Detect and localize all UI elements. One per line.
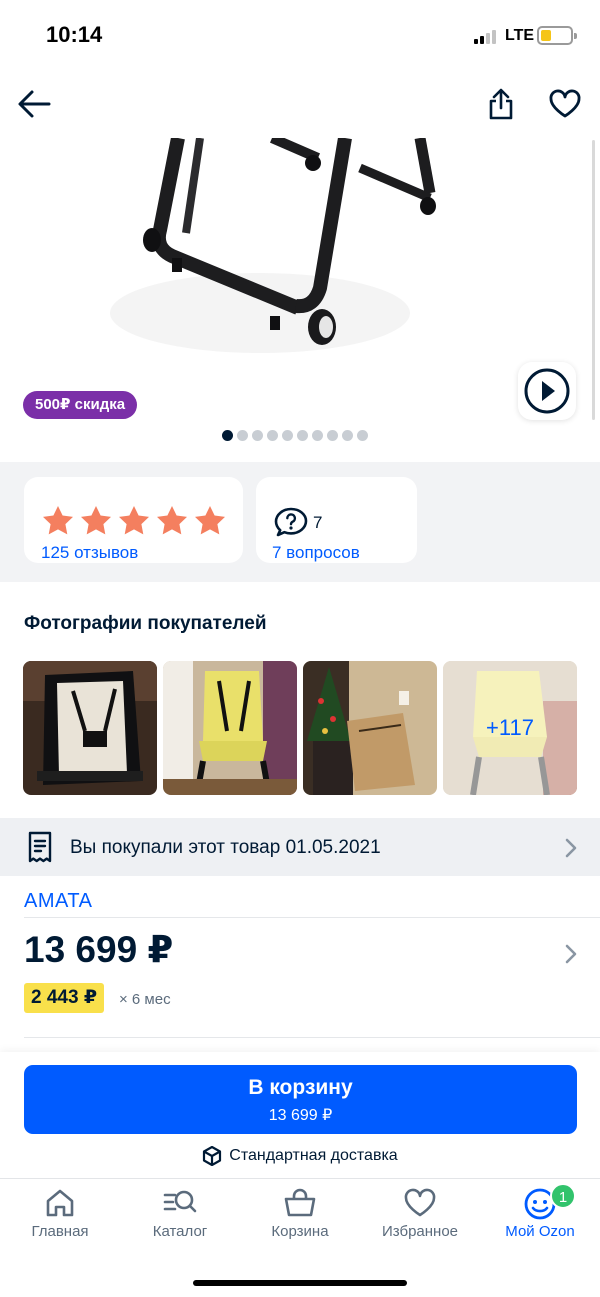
- tab-label: Главная: [31, 1223, 89, 1240]
- favorite-button[interactable]: [545, 84, 585, 124]
- tab-cart[interactable]: Корзина: [240, 1179, 360, 1259]
- gallery-dot[interactable]: [267, 430, 278, 441]
- questions-card[interactable]: 7 7 вопросов: [256, 477, 417, 563]
- star-icon: [195, 506, 225, 535]
- cart-icon: [284, 1188, 316, 1217]
- share-button[interactable]: [481, 84, 521, 124]
- product-price: 13 699 ₽: [24, 929, 174, 970]
- rating-stars: [42, 505, 226, 535]
- receipt-icon: [28, 831, 52, 863]
- network-label: LTE: [505, 27, 535, 44]
- delivery-label: Стандартная доставка: [229, 1147, 398, 1164]
- add-to-cart-panel: В корзину 13 699 ₽ Стандартная доставка: [0, 1052, 600, 1178]
- purchased-text: Вы покупали этот товар 01.05.2021: [70, 837, 381, 858]
- customer-photos-title: Фотографии покупателей: [24, 613, 267, 634]
- gallery-dot[interactable]: [327, 430, 338, 441]
- chevron-right-icon[interactable]: [564, 943, 578, 965]
- gallery-dot[interactable]: [237, 430, 248, 441]
- gallery-dot[interactable]: [297, 430, 308, 441]
- installment-term: × 6 мес: [119, 991, 171, 1008]
- tab-home[interactable]: Главная: [0, 1179, 120, 1259]
- gallery-dot[interactable]: [252, 430, 263, 441]
- question-bubble-icon: [274, 507, 308, 537]
- divider: [24, 1037, 600, 1038]
- star-icon: [81, 506, 111, 535]
- delivery-info[interactable]: Стандартная доставка: [0, 1146, 600, 1171]
- star-icon: [157, 506, 187, 535]
- discount-badge: 500₽ скидка: [23, 391, 138, 419]
- add-to-cart-price: 13 699 ₽: [268, 1107, 333, 1124]
- star-icon: [119, 506, 149, 535]
- gallery-dot[interactable]: [282, 430, 293, 441]
- chevron-right-icon: [565, 838, 577, 858]
- gallery-pagination: [222, 430, 368, 442]
- status-time: 10:14: [46, 22, 103, 47]
- heart-icon: [404, 1188, 436, 1217]
- star-icon: [43, 506, 73, 535]
- questions-link[interactable]: 7 вопросов: [272, 543, 360, 563]
- heart-icon: [549, 89, 581, 118]
- high-chair-image: [110, 138, 436, 353]
- tab-favorites[interactable]: Избранное: [360, 1179, 480, 1259]
- home-icon: [46, 1189, 74, 1217]
- product-image[interactable]: [0, 138, 600, 428]
- gallery-scroll-indicator: [592, 140, 595, 420]
- divider: [24, 917, 600, 918]
- catalog-icon: [163, 1190, 197, 1213]
- installment-price[interactable]: 2 443 ₽: [24, 983, 105, 1013]
- gallery-dot[interactable]: [342, 430, 353, 441]
- questions-count: 7: [313, 513, 323, 532]
- gallery-dot[interactable]: [357, 430, 368, 441]
- purchased-notice[interactable]: Вы покупали этот товар 01.05.2021: [0, 818, 600, 876]
- tab-label: Каталог: [152, 1223, 208, 1240]
- customer-photo-image: [23, 661, 157, 795]
- gallery-dot[interactable]: [222, 430, 233, 441]
- signal-icon: [474, 30, 500, 44]
- customer-photo[interactable]: [163, 661, 297, 795]
- tab-my-ozon[interactable]: Мой Ozon: [480, 1179, 600, 1259]
- product-header: [0, 72, 600, 138]
- add-to-cart-label: В корзину: [248, 1076, 353, 1099]
- battery-icon: [537, 26, 577, 45]
- more-photos-label: +117: [443, 661, 577, 795]
- tab-label: Избранное: [381, 1223, 459, 1240]
- share-icon: [489, 88, 513, 120]
- reviews-link[interactable]: 125 отзывов: [41, 543, 138, 563]
- back-button[interactable]: [14, 84, 54, 124]
- add-to-cart-button[interactable]: В корзину 13 699 ₽: [24, 1065, 577, 1134]
- tab-label: Мой Ozon: [505, 1223, 575, 1240]
- notification-badge: 1: [550, 1183, 576, 1209]
- box-icon: [203, 1146, 222, 1166]
- play-icon: [524, 368, 570, 414]
- play-video-button[interactable]: [518, 362, 576, 420]
- customer-photo-image: [163, 661, 297, 795]
- customer-photo[interactable]: [23, 661, 157, 795]
- customer-photo-image: [303, 661, 437, 795]
- rating-section: 125 отзывов 7 7 вопросов: [0, 462, 600, 582]
- customer-photos-more[interactable]: +117: [443, 661, 577, 795]
- rating-card[interactable]: 125 отзывов: [24, 477, 243, 563]
- arrow-left-icon: [18, 90, 51, 118]
- home-indicator: [193, 1280, 407, 1286]
- seller-name[interactable]: AMATA: [24, 890, 92, 913]
- tab-label: Корзина: [271, 1223, 329, 1240]
- customer-photo[interactable]: [303, 661, 437, 795]
- gallery-dot[interactable]: [312, 430, 323, 441]
- tab-catalog[interactable]: Каталог: [120, 1179, 240, 1259]
- status-bar: 10:14 LTE: [0, 0, 600, 72]
